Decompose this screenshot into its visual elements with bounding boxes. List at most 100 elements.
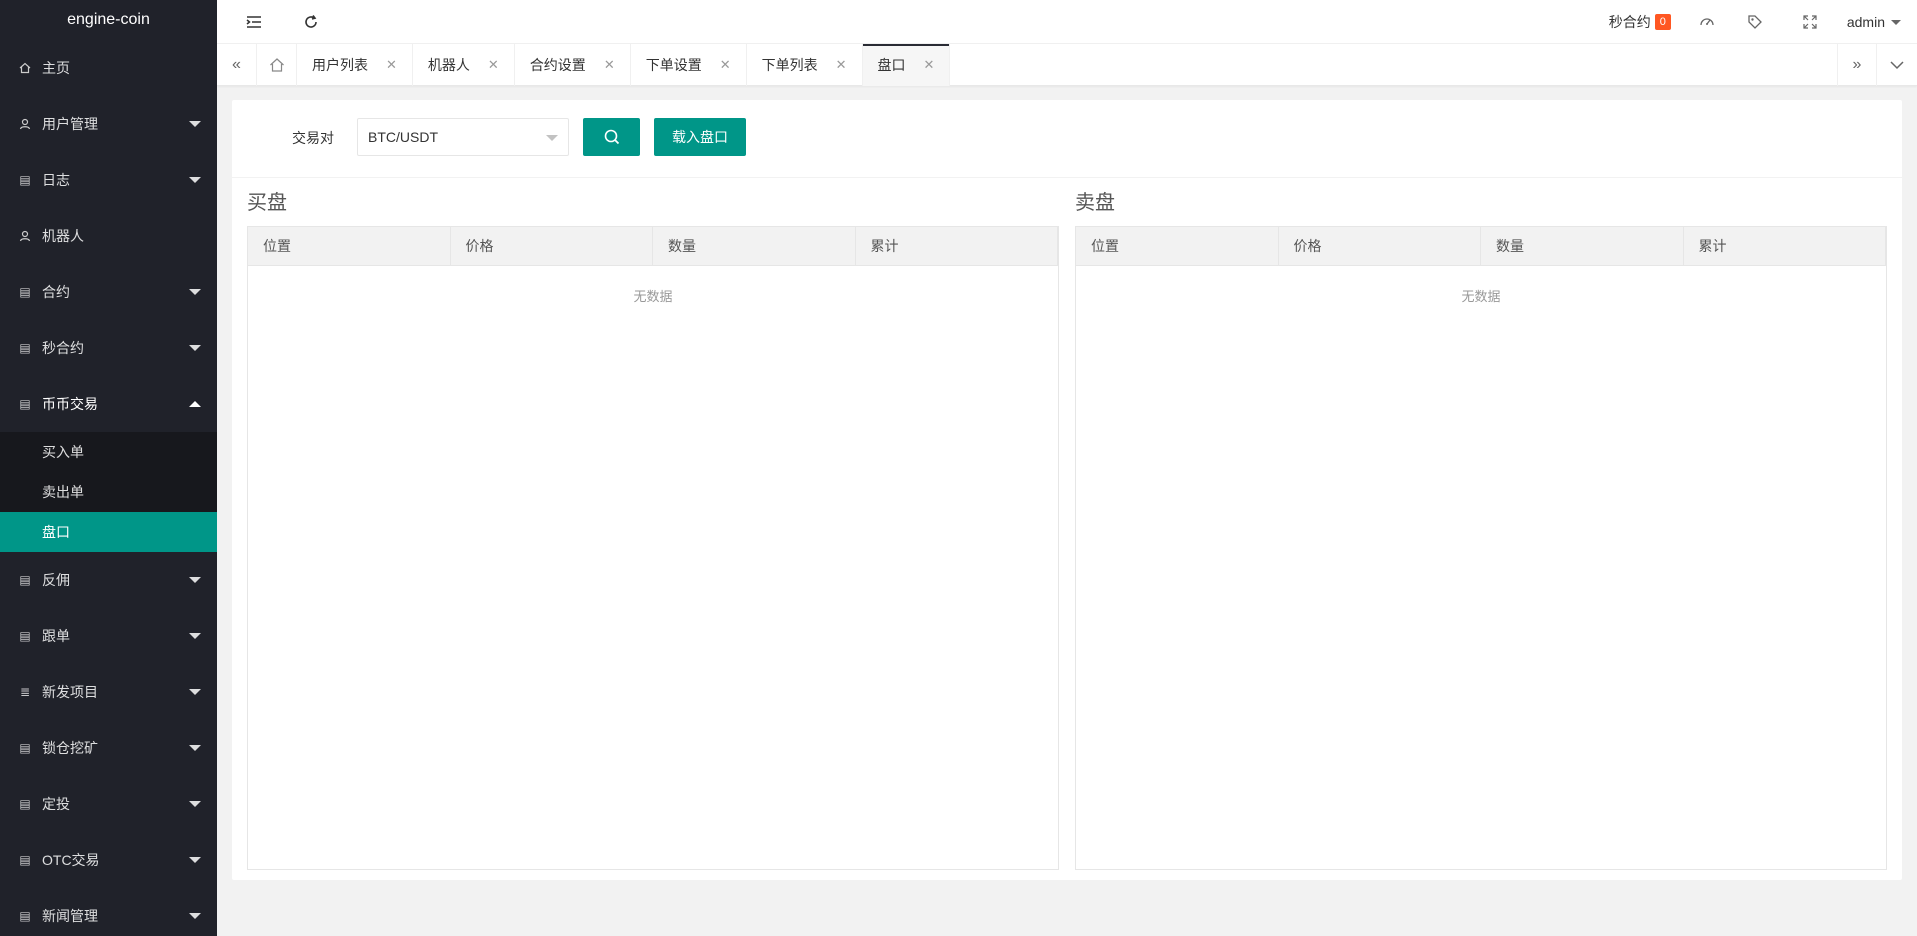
sidebar-item-otc[interactable]: ▤ OTC交易 (0, 832, 217, 888)
sidebar-item-label: 主页 (42, 60, 70, 76)
refresh-icon[interactable] (291, 0, 331, 44)
tab-robot[interactable]: 机器人 ✕ (413, 44, 515, 86)
column-header: 价格 (451, 227, 653, 265)
tab-home[interactable] (257, 44, 297, 86)
sidebar-item-copy-trading[interactable]: ▤ 跟单 (0, 608, 217, 664)
sidebar-subitem-buy-orders[interactable]: 买入单 (0, 432, 217, 472)
file-icon: ▤ (19, 629, 31, 643)
sidebar-item-robot[interactable]: 机器人 (0, 208, 217, 264)
tab-label: 下单列表 (761, 57, 818, 73)
sidebar-item-label: 定投 (42, 796, 70, 812)
close-icon[interactable]: ✕ (924, 57, 935, 73)
sidebar-item-label: 币币交易 (42, 396, 98, 412)
column-header: 数量 (1481, 227, 1684, 265)
user-icon (18, 117, 32, 131)
chevron-down-icon (189, 633, 201, 639)
chevron-down-icon (189, 801, 201, 807)
seconds-contract-label: 秒合约 (1608, 14, 1651, 30)
tabs-scroll-right-icon[interactable]: » (1837, 44, 1877, 86)
tab-contract-settings[interactable]: 合约设置 ✕ (515, 44, 631, 86)
close-icon[interactable]: ✕ (720, 57, 731, 73)
tab-label: 机器人 (427, 57, 470, 73)
file-icon: ▤ (19, 853, 31, 867)
chevron-down-icon (189, 177, 201, 183)
buy-table: 位置 价格 数量 累计 无数据 (247, 226, 1059, 870)
filter-toolbar: 交易对 BTC/USDT 载入盘口 (232, 100, 1902, 178)
sidebar-item-logs[interactable]: ▤ 日志 (0, 152, 217, 208)
tag-icon[interactable] (1727, 0, 1783, 44)
table-header: 位置 价格 数量 累计 (248, 227, 1058, 266)
sidebar: engine-coin 主页 用户管理 ▤ 日志 机器人 ▤ 合约 ▤ 秒合约 … (0, 0, 217, 936)
close-icon[interactable]: ✕ (836, 57, 847, 73)
file-icon: ▤ (19, 797, 31, 811)
select-caret-icon (546, 135, 558, 141)
sidebar-item-label: 新发项目 (42, 684, 98, 700)
theme-icon[interactable] (1687, 0, 1727, 44)
tab-label: 下单设置 (645, 57, 702, 73)
column-header: 累计 (856, 227, 1058, 265)
sidebar-subitem-orderbook[interactable]: 盘口 (0, 512, 217, 552)
seconds-contract-notice[interactable]: 秒合约 0 (1593, 0, 1687, 44)
sidebar-item-home[interactable]: 主页 (0, 40, 217, 96)
sidebar-item-contract[interactable]: ▤ 合约 (0, 264, 217, 320)
empty-state: 无数据 (633, 289, 673, 304)
fullscreen-icon[interactable] (1783, 0, 1837, 44)
sidebar-item-rebate[interactable]: ▤ 反佣 (0, 552, 217, 608)
load-orderbook-button[interactable]: 载入盘口 (654, 118, 746, 156)
file-icon: ▤ (19, 741, 31, 755)
tabs-scroll-left-icon[interactable]: « (217, 44, 257, 86)
tab-bar: « 用户列表 ✕ 机器人 ✕ 合约设置 ✕ 下单设置 ✕ 下单列表 ✕ 盘口 ✕ » (217, 44, 1917, 86)
caret-down-icon (1891, 19, 1901, 25)
chevron-down-icon (189, 689, 201, 695)
chevron-down-icon (189, 121, 201, 127)
sidebar-item-label: 跟单 (42, 628, 70, 644)
close-icon[interactable]: ✕ (604, 57, 615, 73)
close-icon[interactable]: ✕ (386, 57, 397, 73)
file-icon: ▤ (19, 573, 31, 587)
sidebar-item-fixed-investment[interactable]: ▤ 定投 (0, 776, 217, 832)
sidebar-item-coin-trading[interactable]: ▤ 币币交易 (0, 376, 217, 432)
column-header: 累计 (1684, 227, 1886, 265)
tab-label: 盘口 (877, 57, 906, 73)
sidebar-item-label: 用户管理 (42, 116, 98, 132)
sidebar-item-seconds-contract[interactable]: ▤ 秒合约 (0, 320, 217, 376)
user-icon (18, 229, 32, 243)
sidebar-item-staking[interactable]: ▤ 锁仓挖矿 (0, 720, 217, 776)
file-icon: ▤ (19, 285, 31, 299)
home-icon (269, 58, 284, 72)
pair-label: 交易对 (292, 130, 334, 146)
tab-user-list[interactable]: 用户列表 ✕ (297, 44, 413, 86)
sidebar-item-label: 合约 (42, 284, 70, 300)
sell-table: 位置 价格 数量 累计 无数据 (1075, 226, 1887, 870)
tab-label: 合约设置 (529, 57, 586, 73)
tabs-menu-chevron-down-icon[interactable] (1877, 44, 1917, 86)
sidebar-item-label: OTC交易 (42, 852, 100, 868)
sidebar-item-label: 锁仓挖矿 (42, 740, 98, 756)
file-icon: ▤ (19, 173, 31, 187)
close-icon[interactable]: ✕ (488, 57, 499, 73)
sidebar-item-news[interactable]: ▤ 新闻管理 (0, 888, 217, 936)
tab-order-list[interactable]: 下单列表 ✕ (747, 44, 863, 86)
sidebar-item-label: 日志 (42, 172, 70, 188)
sidebar-submenu: 买入单 卖出单 盘口 (0, 432, 217, 552)
sidebar-item-label: 秒合约 (42, 340, 84, 356)
menu-toggle-icon[interactable] (234, 0, 274, 44)
tab-orderbook[interactable]: 盘口 ✕ (862, 44, 951, 86)
column-header: 位置 (248, 227, 451, 265)
tab-label: 用户列表 (312, 57, 368, 73)
sidebar-subitem-sell-orders[interactable]: 卖出单 (0, 472, 217, 512)
empty-state: 无数据 (1461, 289, 1501, 304)
sidebar-item-user-management[interactable]: 用户管理 (0, 96, 217, 152)
file-icon: ▤ (19, 397, 31, 411)
column-header: 数量 (653, 227, 856, 265)
search-button[interactable] (583, 118, 640, 156)
pair-select[interactable]: BTC/USDT (357, 118, 569, 156)
main-content: 交易对 BTC/USDT 载入盘口 买盘 位置 价格 数量 累计 无数据 卖盘 … (232, 100, 1902, 880)
sidebar-item-new-projects[interactable]: ≣ 新发项目 (0, 664, 217, 720)
chevron-down-icon (189, 913, 201, 919)
username: admin (1846, 14, 1885, 30)
sidebar-item-label: 反佣 (42, 572, 70, 588)
user-menu[interactable]: admin (1837, 0, 1917, 44)
chevron-down-icon (189, 745, 201, 751)
tab-order-settings[interactable]: 下单设置 ✕ (631, 44, 747, 86)
